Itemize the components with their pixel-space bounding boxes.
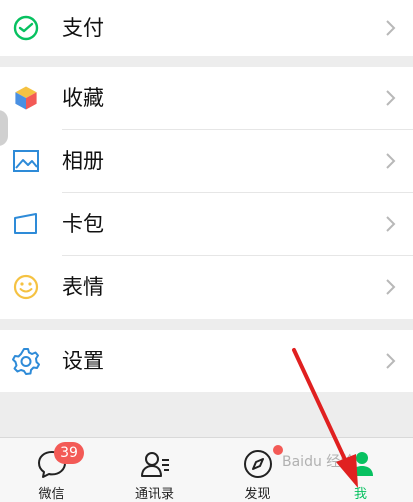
tab-contacts[interactable]: 通讯录	[103, 438, 206, 502]
tab-label: 发现	[244, 487, 271, 502]
menu-item-stickers[interactable]: 表情	[0, 256, 413, 318]
payment-icon	[11, 13, 41, 43]
menu-item-label: 支付	[62, 16, 104, 40]
gear-icon	[11, 346, 41, 376]
menu-item-label: 表情	[62, 275, 104, 299]
contacts-icon	[139, 448, 171, 480]
menu-item-label: 设置	[62, 349, 104, 373]
scroll-handle[interactable]	[0, 110, 8, 146]
chevron-right-icon	[385, 352, 397, 370]
tab-label: 我	[353, 487, 367, 502]
album-image-icon	[11, 146, 41, 176]
menu-item-settings[interactable]: 设置	[0, 330, 413, 392]
chevron-right-icon	[385, 278, 397, 296]
chevron-right-icon	[385, 89, 397, 107]
tab-chats[interactable]: 39 微信	[0, 438, 103, 502]
menu-item-label: 相册	[62, 149, 104, 173]
menu-item-favorites[interactable]: 收藏	[0, 67, 413, 129]
settings-group: 设置	[0, 330, 413, 392]
pay-group: 支付	[0, 0, 413, 56]
tools-group: 收藏 相册 卡包 表情	[0, 67, 413, 319]
compass-icon	[242, 448, 274, 480]
chevron-right-icon	[385, 152, 397, 170]
watermark: Baidu 经验	[282, 454, 355, 470]
menu-item-label: 收藏	[62, 86, 104, 110]
unread-count-badge: 39	[54, 442, 84, 464]
card-wallet-icon	[11, 209, 41, 239]
chevron-right-icon	[385, 215, 397, 233]
menu-item-label: 卡包	[62, 212, 104, 236]
favorites-cube-icon	[11, 83, 41, 113]
menu-item-pay[interactable]: 支付	[0, 0, 413, 59]
menu-item-cards[interactable]: 卡包	[0, 193, 413, 255]
smiley-icon	[11, 272, 41, 302]
chevron-right-icon	[385, 19, 397, 37]
tab-label: 通讯录	[134, 487, 174, 502]
tab-label: 微信	[38, 487, 65, 502]
menu-item-album[interactable]: 相册	[0, 130, 413, 192]
